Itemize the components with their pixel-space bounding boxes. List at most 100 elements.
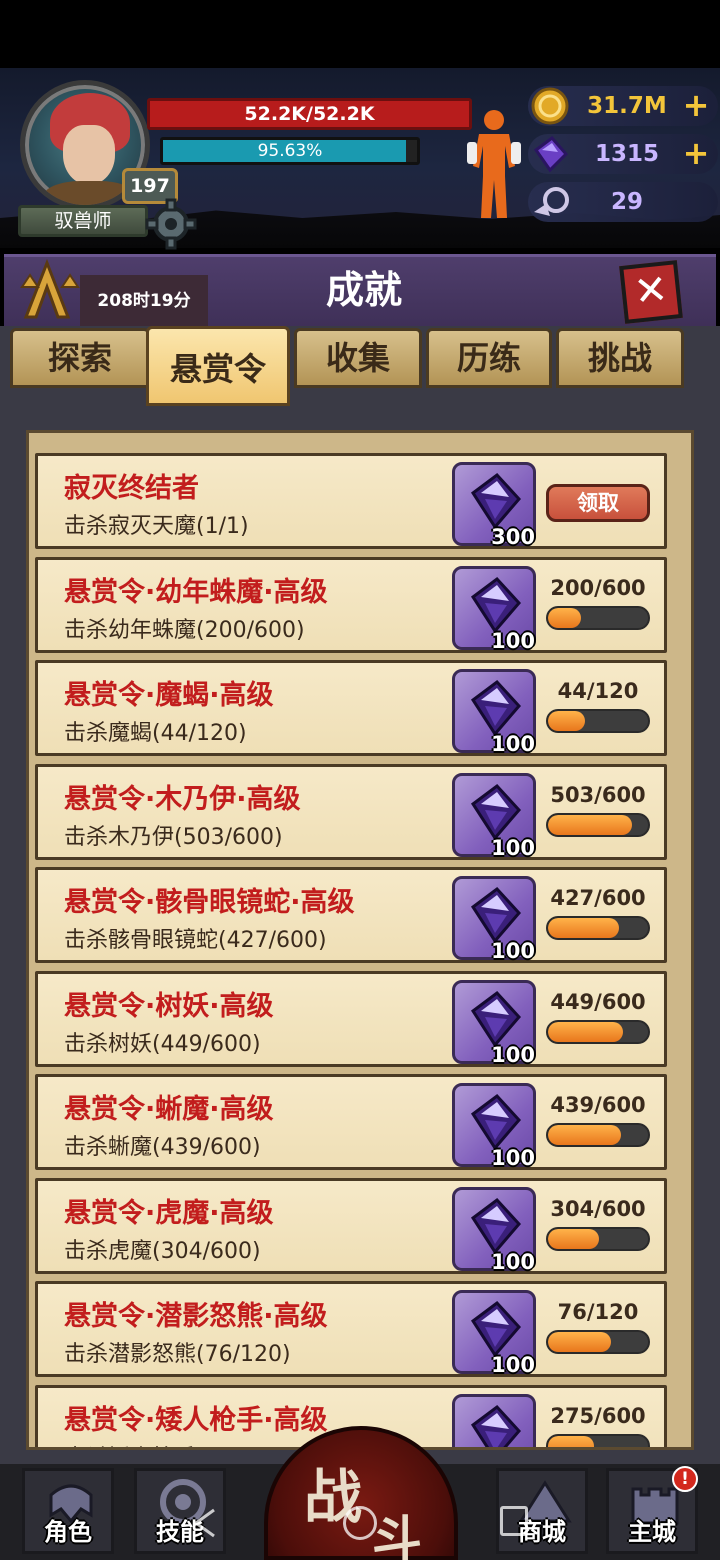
achievement-desc: 击杀虎魔(304/600)	[64, 1238, 261, 1264]
add-resource-button[interactable]: +	[682, 89, 710, 122]
reward-crystal-icon[interactable]: 300	[452, 462, 536, 549]
close-icon: ✕	[631, 266, 670, 316]
reward-amount: 100	[491, 1146, 535, 1170]
progress-text: 503/600	[550, 782, 646, 807]
progress-text: 304/600	[550, 1196, 646, 1221]
system-home-icon[interactable]	[343, 1506, 377, 1540]
achievement-title: 悬赏令·树妖·高级	[64, 990, 274, 1022]
achievement-desc: 击杀矮人枪手(275/600)	[64, 1440, 305, 1448]
achievement-row: 悬赏令·骸骨眼镜蛇·高级 击杀骸骨眼镜蛇(427/600) 100 427/600	[35, 867, 667, 963]
progress-text: 76/120	[557, 1300, 639, 1324]
achievement-list[interactable]: 寂灭终结者 击杀寂灭天魔(1/1) 300 领取 悬赏令·幼年蛛魔·高级 击杀幼年蛛魔(2…	[26, 430, 694, 1450]
nav-label: 角色	[44, 1518, 92, 1546]
status-bar	[0, 0, 720, 68]
achievement-row: 悬赏令·潜影怒熊·高级 击杀潜影怒熊(76/120) 100 76/120	[35, 1281, 667, 1377]
achievement-title: 悬赏令·虎魔·高级	[64, 1197, 274, 1229]
class-name-label: 驭兽师	[18, 205, 148, 237]
notification-badge: !	[672, 1466, 698, 1492]
rank-up-icon	[20, 258, 80, 319]
achievement-row: 寂灭终结者击杀寂灭天魔(1/1) 300 领取	[35, 453, 667, 549]
claim-button[interactable]: 领取	[546, 484, 650, 522]
progress-bar-fill	[548, 918, 620, 938]
reward-amount: 100	[491, 1042, 535, 1067]
progress-bar	[546, 812, 650, 837]
progress-text: 439/600	[550, 1093, 646, 1117]
achievement-row: 悬赏令·幼年蛛魔·高级 击杀幼年蛛魔(200/600) 100 200/600	[35, 556, 667, 653]
reward-crystal-icon[interactable]: 100	[452, 979, 536, 1067]
reward-crystal-icon[interactable]: 100	[452, 876, 536, 963]
exp-bar-text: 95.63%	[257, 141, 323, 161]
tab-3[interactable]: 历练	[426, 328, 552, 388]
resource-1: 1315 +	[528, 134, 718, 174]
page-title: 成就	[325, 268, 402, 312]
resource-0: 31.7M +	[528, 86, 718, 126]
achievement-row: 悬赏令·虎魔·高级击杀虎魔(304/600) 100 304/600	[35, 1177, 667, 1274]
tab-1[interactable]: 悬赏令	[146, 326, 290, 406]
progress-text: 200/600	[550, 575, 646, 600]
progress-bar	[546, 709, 650, 733]
progress-bar-fill	[548, 814, 632, 835]
progress-bar	[546, 916, 650, 940]
hp-bar: 52.2K/52.2K	[147, 98, 472, 130]
nav-helmet[interactable]: 角色	[22, 1468, 114, 1554]
reward-amount: 100	[491, 732, 535, 756]
resource-2: 29	[528, 182, 718, 222]
progress-bar	[546, 605, 650, 630]
gold-coin-icon	[530, 86, 570, 126]
reward-amount: 100	[491, 835, 535, 860]
reward-crystal-icon[interactable]: 100	[452, 1083, 536, 1170]
reward-amount: 100	[491, 939, 535, 963]
progress-bar-fill	[548, 1332, 612, 1352]
nav-label: 主城	[628, 1518, 676, 1546]
progress-bar	[546, 1433, 650, 1447]
achievement-row: 悬赏令·魔蝎·高级 击杀魔蝎(44/120) 100 44/120	[35, 660, 667, 756]
gear-icon[interactable]	[145, 198, 197, 250]
resource-value: 31.7M	[587, 93, 667, 119]
reward-crystal-icon[interactable]: 100	[452, 565, 536, 653]
progress-bar-fill	[548, 1435, 594, 1447]
tab-0[interactable]: 探索	[10, 328, 150, 388]
achievement-desc: 击杀木乃伊(503/600)	[64, 824, 283, 850]
tab-2[interactable]: 收集	[294, 328, 422, 388]
close-button[interactable]: ✕	[619, 260, 683, 324]
achievement-row: 悬赏令·木乃伊·高级击杀木乃伊(503/600) 100 503/600	[35, 763, 667, 860]
reward-crystal-icon[interactable]: 100	[452, 1290, 536, 1377]
reward-crystal-icon[interactable]: 100	[452, 772, 536, 860]
progress-bar-fill	[548, 1125, 622, 1145]
progress-bar	[546, 1123, 650, 1147]
event-timer: 208时19分	[80, 275, 208, 327]
achievement-title: 悬赏令·木乃伊·高级	[64, 783, 301, 815]
reward-crystal-icon[interactable]: 100	[452, 1393, 536, 1447]
reward-amount: 100	[491, 628, 535, 653]
reward-crystal-icon[interactable]: 100	[452, 1186, 536, 1274]
progress-bar	[546, 1330, 650, 1354]
progress-bar-fill	[548, 711, 585, 731]
achievement-desc: 击杀蜥魔(439/600)	[64, 1135, 261, 1160]
achievement-desc: 击杀寂灭天魔(1/1)	[64, 514, 249, 539]
achievement-title: 寂灭终结者	[64, 473, 199, 504]
achievement-title: 悬赏令·蜥魔·高级	[64, 1094, 274, 1125]
achievement-row: 悬赏令·树妖·高级 击杀树妖(449/600) 100 449/600	[35, 970, 667, 1067]
tab-4[interactable]: 挑战	[556, 328, 684, 388]
achievement-title: 悬赏令·魔蝎·高级	[64, 680, 274, 711]
resource-value: 1315	[594, 141, 659, 167]
panel-title-bar: 208时19分 成就 ✕	[4, 254, 716, 327]
achievement-title: 悬赏令·矮人枪手·高级	[64, 1404, 328, 1436]
progress-bar	[546, 1226, 650, 1251]
progress-text: 427/600	[550, 886, 646, 910]
system-recents-icon[interactable]	[500, 1506, 528, 1536]
achievement-row: 悬赏令·蜥魔·高级击杀蜥魔(439/600) 100 439/600	[35, 1074, 667, 1170]
progress-bar	[546, 1019, 650, 1044]
battle-label-2: 斗	[372, 1510, 422, 1560]
purple-crystal-icon	[530, 134, 570, 174]
system-back-icon[interactable]	[190, 1506, 220, 1540]
add-resource-button[interactable]: +	[682, 137, 710, 170]
achievement-desc: 击杀魔蝎(44/120)	[64, 721, 247, 746]
reward-crystal-icon[interactable]: 100	[452, 669, 536, 756]
progress-text: 449/600	[550, 989, 646, 1014]
achievement-title: 悬赏令·幼年蛛魔·高级	[64, 576, 328, 608]
progress-bar-fill	[548, 1021, 623, 1042]
equipment-body-icon[interactable]	[465, 106, 523, 222]
resource-value: 29	[610, 189, 643, 215]
achievement-desc: 击杀潜影怒熊(76/120)	[64, 1342, 291, 1367]
